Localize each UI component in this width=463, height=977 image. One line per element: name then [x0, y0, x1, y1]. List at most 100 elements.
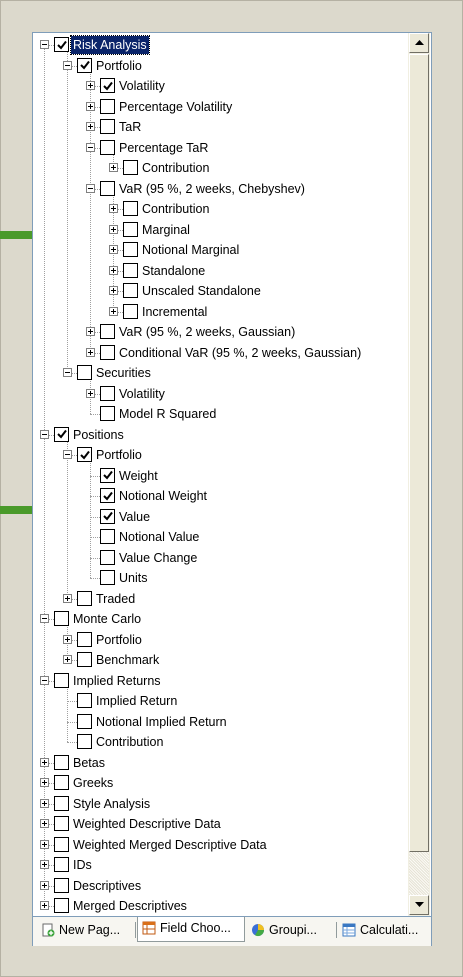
expand-plus-icon[interactable]: [109, 224, 118, 234]
tab-calculation[interactable]: Calculati...: [338, 919, 430, 941]
tree-node-implied-return[interactable]: Implied Return: [33, 691, 407, 711]
tree-node-implied-returns[interactable]: Implied Returns: [33, 671, 407, 691]
checkbox[interactable]: [77, 652, 92, 667]
checkbox[interactable]: [100, 467, 115, 483]
tree-node-style-analysis[interactable]: Style Analysis: [33, 794, 407, 814]
tree-node-model-r-squared[interactable]: Model R Squared: [33, 404, 407, 424]
checkbox[interactable]: [123, 221, 138, 237]
tree-node-value-change[interactable]: Value Change: [33, 548, 407, 568]
checkbox[interactable]: [54, 795, 69, 811]
tree-node-portfolio[interactable]: Portfolio: [33, 630, 407, 650]
tree-node-benchmark[interactable]: Benchmark: [33, 650, 407, 670]
scroll-up-button[interactable]: [409, 33, 429, 53]
checkbox[interactable]: [123, 201, 138, 216]
tree-node-portfolio[interactable]: Portfolio: [33, 445, 407, 465]
checkbox[interactable]: [54, 754, 69, 770]
tree-node-descriptives[interactable]: Descriptives: [33, 876, 407, 896]
checkbox[interactable]: [54, 816, 69, 831]
expand-plus-icon[interactable]: [40, 839, 49, 849]
checkbox[interactable]: [77, 734, 92, 749]
tree-node-notional-value[interactable]: Notional Value: [33, 527, 407, 547]
tree-node-contribution[interactable]: Contribution: [33, 199, 407, 219]
expand-plus-icon[interactable]: [109, 265, 118, 275]
checkbox[interactable]: [100, 406, 115, 421]
checkbox[interactable]: [100, 488, 115, 503]
expand-plus-icon[interactable]: [109, 306, 118, 316]
expand-plus-icon[interactable]: [40, 901, 49, 910]
checkbox[interactable]: [54, 611, 69, 626]
tree-node-incremental[interactable]: Incremental: [33, 302, 407, 322]
checkbox[interactable]: [54, 857, 69, 872]
expand-plus-icon[interactable]: [40, 798, 49, 808]
tree-node-volatility[interactable]: Volatility: [33, 384, 407, 404]
checkbox[interactable]: [100, 529, 115, 544]
checkbox[interactable]: [54, 37, 69, 52]
checkbox[interactable]: [54, 836, 69, 852]
expand-plus-icon[interactable]: [40, 778, 49, 787]
tree-node-value[interactable]: Value: [33, 507, 407, 527]
tab-grouping[interactable]: Groupi...: [247, 919, 335, 941]
expand-plus-icon[interactable]: [86, 122, 95, 131]
tree-node-standalone[interactable]: Standalone: [33, 261, 407, 281]
expand-plus-icon[interactable]: [63, 655, 72, 664]
scroll-down-button[interactable]: [409, 895, 429, 915]
checkbox[interactable]: [77, 590, 92, 606]
checkbox[interactable]: [77, 713, 92, 729]
scroll-thumb[interactable]: [409, 54, 429, 852]
tree-node-volatility[interactable]: Volatility: [33, 76, 407, 96]
tab-field-chooser[interactable]: Field Choo...: [137, 917, 245, 942]
checkbox[interactable]: [123, 303, 138, 319]
checkbox[interactable]: [100, 180, 115, 196]
collapse-minus-icon[interactable]: [40, 429, 49, 439]
tree-node-ids[interactable]: IDs: [33, 855, 407, 875]
tree-node-conditional-var-95-2-weeks-gaussian[interactable]: Conditional VaR (95 %, 2 weeks, Gaussian…: [33, 343, 407, 363]
tree-node-notional-marginal[interactable]: Notional Marginal: [33, 240, 407, 260]
expand-plus-icon[interactable]: [86, 388, 95, 398]
tree-node-percentage-volatility[interactable]: Percentage Volatility: [33, 97, 407, 117]
checkbox[interactable]: [100, 78, 115, 93]
collapse-minus-icon[interactable]: [40, 675, 49, 685]
expand-plus-icon[interactable]: [40, 757, 49, 767]
checkbox[interactable]: [123, 242, 138, 257]
tree-node-portfolio[interactable]: Portfolio: [33, 56, 407, 76]
scroll-track[interactable]: [409, 852, 429, 895]
checkbox[interactable]: [77, 447, 92, 462]
tree-node-positions[interactable]: Positions: [33, 425, 407, 445]
checkbox[interactable]: [77, 57, 92, 73]
collapse-minus-icon[interactable]: [40, 40, 49, 49]
expand-plus-icon[interactable]: [86, 327, 95, 336]
tree-node-contribution[interactable]: Contribution: [33, 732, 407, 752]
expand-plus-icon[interactable]: [86, 81, 95, 90]
tree-node-units[interactable]: Units: [33, 568, 407, 588]
checkbox[interactable]: [123, 283, 138, 298]
collapse-minus-icon[interactable]: [63, 450, 72, 459]
checkbox[interactable]: [123, 160, 138, 175]
expand-plus-icon[interactable]: [109, 286, 118, 295]
collapse-minus-icon[interactable]: [86, 183, 95, 193]
field-tree[interactable]: Risk Analysis Portfolio Volatility Percenta…: [33, 33, 407, 916]
collapse-minus-icon[interactable]: [40, 614, 49, 623]
checkbox[interactable]: [54, 672, 69, 688]
checkbox[interactable]: [100, 119, 115, 134]
tree-node-var-95-2-weeks-gaussian[interactable]: VaR (95 %, 2 weeks, Gaussian): [33, 322, 407, 342]
expand-plus-icon[interactable]: [63, 593, 72, 603]
tree-node-percentage-tar[interactable]: Percentage TaR: [33, 138, 407, 158]
checkbox[interactable]: [100, 139, 115, 155]
tree-node-notional-weight[interactable]: Notional Weight: [33, 486, 407, 506]
tree-node-merged-descriptives[interactable]: Merged Descriptives: [33, 896, 407, 916]
checkbox[interactable]: [54, 898, 69, 913]
checkbox[interactable]: [100, 570, 115, 585]
checkbox[interactable]: [77, 693, 92, 708]
collapse-minus-icon[interactable]: [63, 368, 72, 377]
expand-plus-icon[interactable]: [86, 347, 95, 357]
checkbox[interactable]: [54, 775, 69, 790]
tree-node-greeks[interactable]: Greeks: [33, 773, 407, 793]
collapse-minus-icon[interactable]: [86, 142, 95, 152]
expand-plus-icon[interactable]: [86, 101, 95, 111]
tree-node-risk-analysis[interactable]: Risk Analysis: [33, 35, 407, 55]
checkbox[interactable]: [54, 426, 69, 442]
checkbox[interactable]: [77, 365, 92, 380]
expand-plus-icon[interactable]: [109, 163, 118, 172]
checkbox[interactable]: [100, 385, 115, 401]
checkbox[interactable]: [100, 98, 115, 114]
